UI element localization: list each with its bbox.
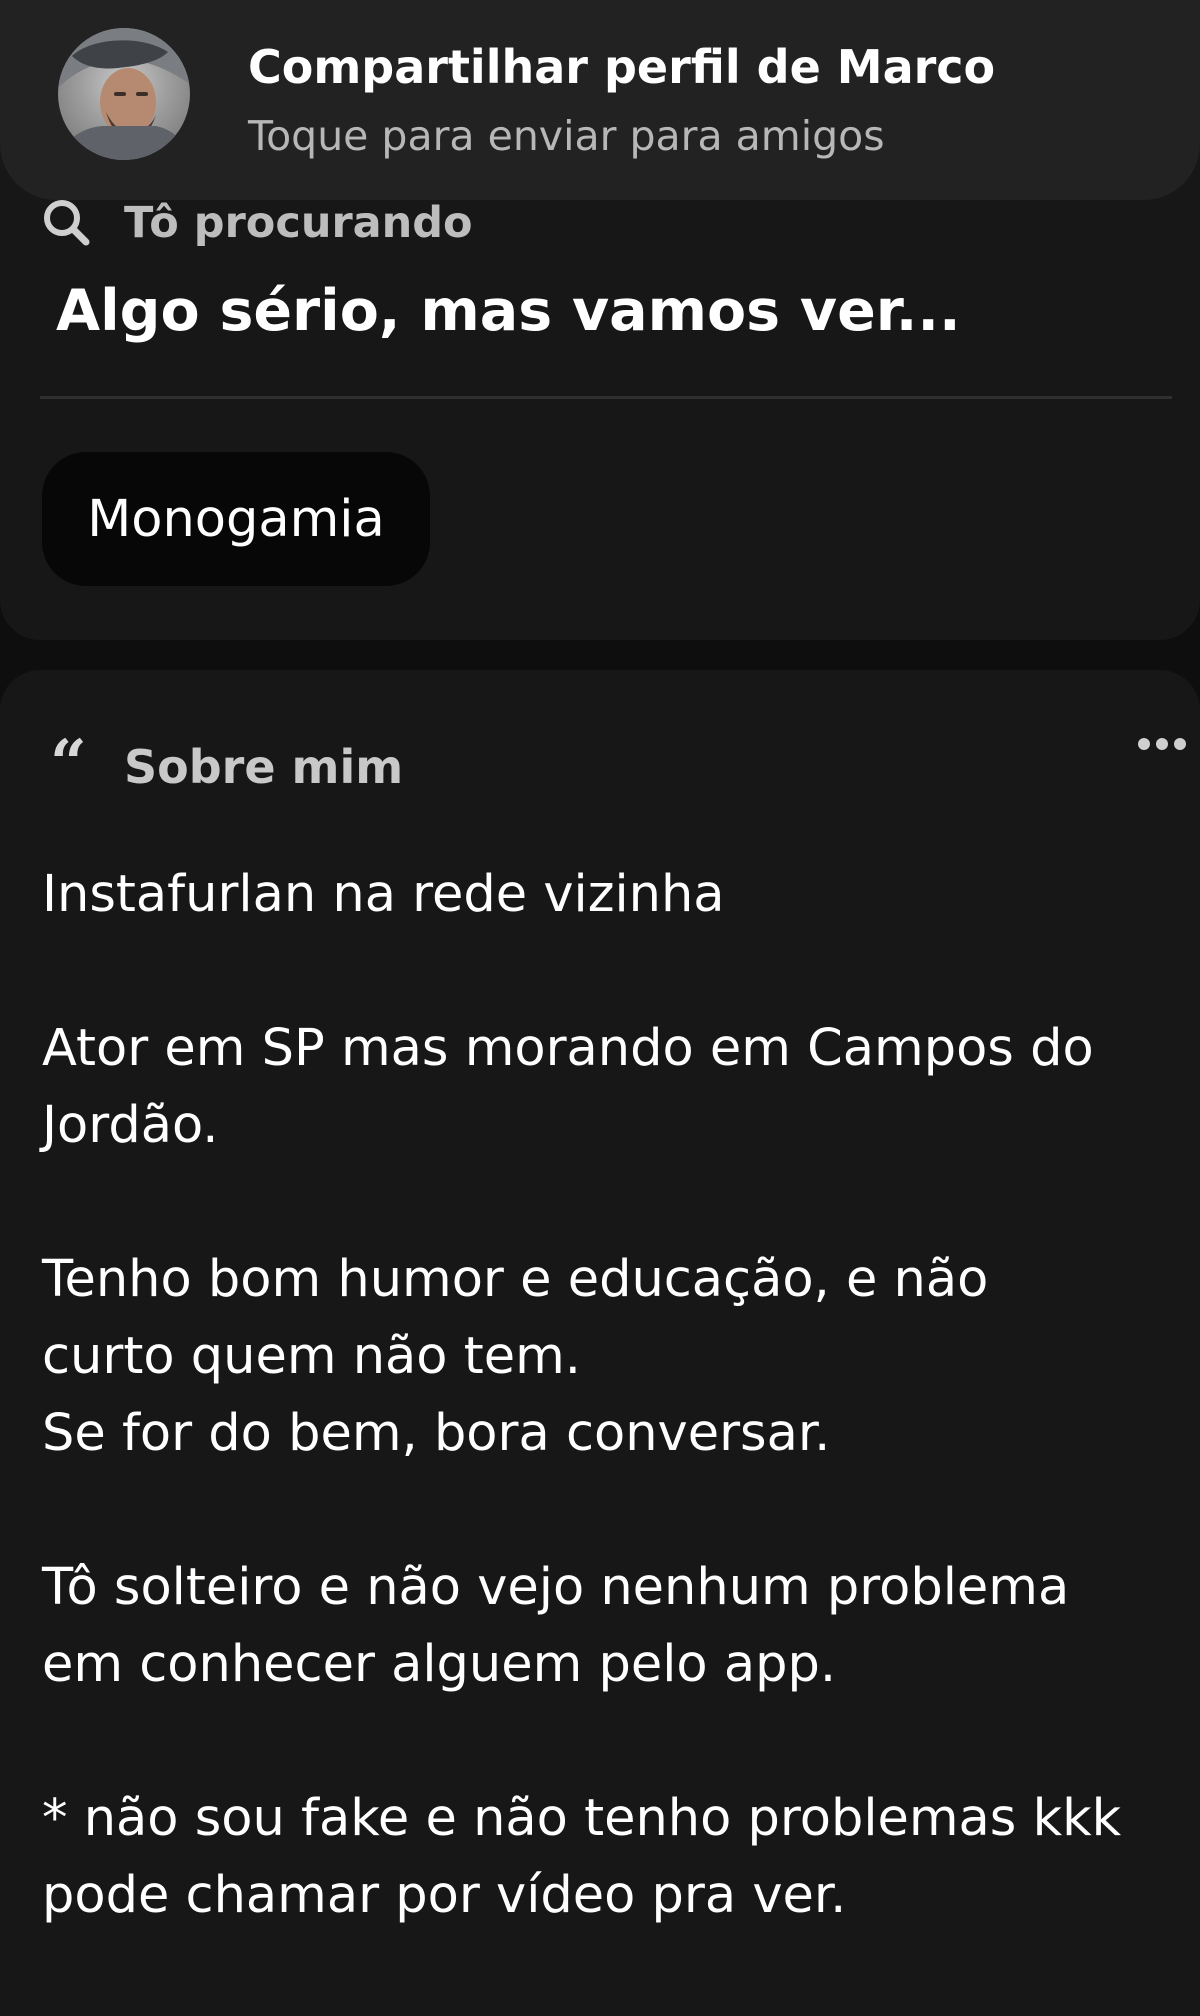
about-paragraph: Tenho bom humor e educação, e não curto … <box>42 1250 989 1463</box>
about-paragraph: * não sou fake e não tenho problemas kkk… <box>42 1789 1122 1925</box>
share-profile-subtitle: Toque para enviar para amigos <box>248 112 885 160</box>
share-profile-title: Compartilhar perfil de Marco <box>248 40 996 94</box>
looking-for-label: Tô procurando <box>124 198 473 248</box>
about-paragraph: Instafurlan na rede vizinha <box>42 865 725 924</box>
about-paragraph: Ator em SP mas morando em Campos do Jord… <box>42 1019 1094 1155</box>
about-me-text: Instafurlan na rede vizinha Ator em SP m… <box>42 856 1172 1934</box>
looking-for-value: Algo sério, mas vamos ver... <box>56 278 961 344</box>
avatar-photo <box>58 28 190 160</box>
relationship-tag-label: Monogamia <box>87 489 385 549</box>
about-me-title: Sobre mim <box>124 740 404 794</box>
quote-icon: “ <box>50 726 87 801</box>
more-options-icon[interactable] <box>1138 734 1186 754</box>
avatar <box>58 28 190 160</box>
share-profile-banner[interactable]: Compartilhar perfil de Marco Toque para … <box>0 0 1200 200</box>
divider <box>40 396 1172 399</box>
looking-for-header: Tô procurando <box>40 196 473 250</box>
about-paragraph: Tô solteiro e não vejo nenhum problema e… <box>42 1558 1070 1694</box>
search-icon <box>44 200 90 246</box>
relationship-tag-chip: Monogamia <box>42 452 430 586</box>
